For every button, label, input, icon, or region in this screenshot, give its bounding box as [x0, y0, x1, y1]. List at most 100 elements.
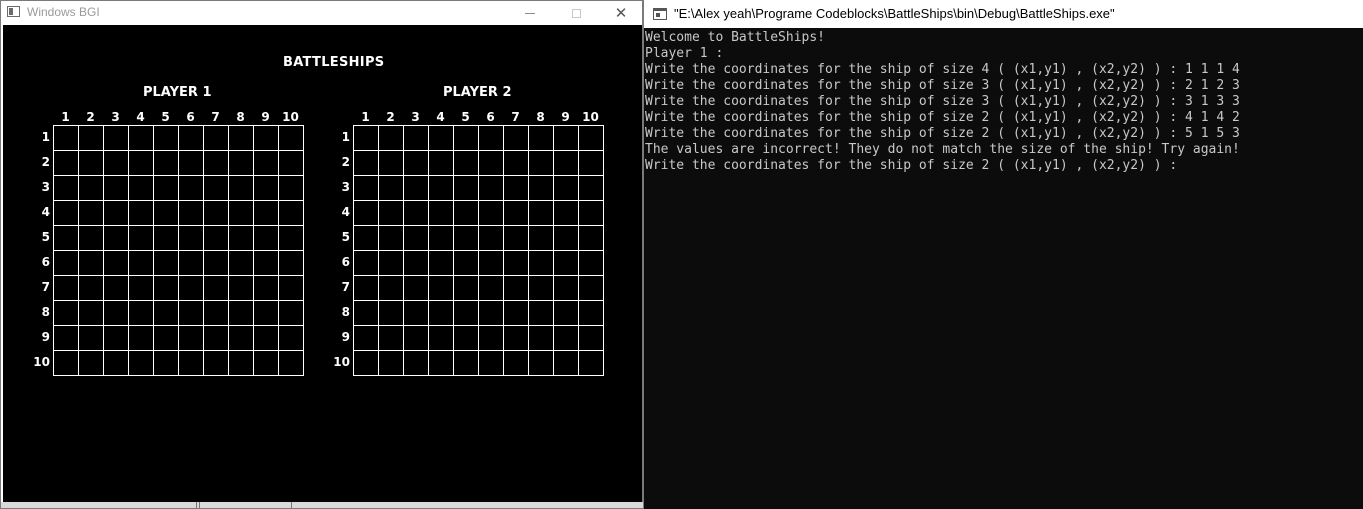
board-cell[interactable]	[278, 200, 303, 225]
board-cell[interactable]	[203, 300, 228, 325]
board-cell[interactable]	[553, 250, 578, 275]
board-cell[interactable]	[103, 275, 128, 300]
board-cell[interactable]	[78, 150, 103, 175]
board-cell[interactable]	[578, 350, 603, 375]
close-button[interactable]: ✕	[598, 1, 644, 25]
board-cell[interactable]	[428, 275, 453, 300]
board-cell[interactable]	[78, 325, 103, 350]
board-cell[interactable]	[128, 225, 153, 250]
board-cell[interactable]	[378, 300, 403, 325]
board-cell[interactable]	[428, 200, 453, 225]
board-cell[interactable]	[203, 250, 228, 275]
board-cell[interactable]	[403, 350, 428, 375]
board-cell[interactable]	[578, 225, 603, 250]
board-cell[interactable]	[178, 300, 203, 325]
board-cell[interactable]	[578, 175, 603, 200]
board-cell[interactable]	[53, 350, 78, 375]
board-cell[interactable]	[53, 275, 78, 300]
board-cell[interactable]	[428, 250, 453, 275]
board-cell[interactable]	[103, 125, 128, 150]
board-cell[interactable]	[78, 275, 103, 300]
board-cell[interactable]	[178, 200, 203, 225]
board-cell[interactable]	[78, 200, 103, 225]
board-cell[interactable]	[53, 200, 78, 225]
board-cell[interactable]	[428, 125, 453, 150]
board-cell[interactable]	[253, 125, 278, 150]
board-cell[interactable]	[478, 125, 503, 150]
board-cell[interactable]	[253, 300, 278, 325]
board-cell[interactable]	[228, 225, 253, 250]
board-cell[interactable]	[128, 325, 153, 350]
board-cell[interactable]	[278, 250, 303, 275]
board-cell[interactable]	[403, 300, 428, 325]
board-cell[interactable]	[128, 175, 153, 200]
board-cell[interactable]	[578, 275, 603, 300]
board-cell[interactable]	[478, 250, 503, 275]
board-cell[interactable]	[178, 350, 203, 375]
board-cell[interactable]	[178, 150, 203, 175]
board-cell[interactable]	[103, 175, 128, 200]
board-cell[interactable]	[103, 200, 128, 225]
board-cell[interactable]	[453, 125, 478, 150]
board-cell[interactable]	[503, 350, 528, 375]
board-cell[interactable]	[528, 300, 553, 325]
board-cell[interactable]	[128, 275, 153, 300]
board-cell[interactable]	[553, 350, 578, 375]
board-cell[interactable]	[153, 250, 178, 275]
board-cell[interactable]	[478, 200, 503, 225]
board-cell[interactable]	[153, 300, 178, 325]
board-cell[interactable]	[503, 250, 528, 275]
board-cell[interactable]	[478, 325, 503, 350]
board-cell[interactable]	[503, 125, 528, 150]
board-cell[interactable]	[78, 175, 103, 200]
board-cell[interactable]	[478, 300, 503, 325]
board-cell[interactable]	[228, 150, 253, 175]
board-cell[interactable]	[503, 200, 528, 225]
board-cell[interactable]	[553, 300, 578, 325]
board-cell[interactable]	[553, 200, 578, 225]
board-cell[interactable]	[503, 150, 528, 175]
board-cell[interactable]	[153, 325, 178, 350]
board-cell[interactable]	[453, 300, 478, 325]
board-cell[interactable]	[103, 150, 128, 175]
board-cell[interactable]	[353, 150, 378, 175]
board-cell[interactable]	[528, 275, 553, 300]
board-cell[interactable]	[528, 200, 553, 225]
board-cell[interactable]	[353, 250, 378, 275]
bgi-canvas[interactable]: BATTLESHIPS PLAYER 1 PLAYER 2 1234567891…	[3, 25, 642, 504]
board-cell[interactable]	[528, 350, 553, 375]
board-cell[interactable]	[103, 350, 128, 375]
board-cell[interactable]	[453, 350, 478, 375]
board-cell[interactable]	[153, 200, 178, 225]
board-cell[interactable]	[453, 200, 478, 225]
board-cell[interactable]	[153, 275, 178, 300]
board-cell[interactable]	[403, 200, 428, 225]
minimize-button[interactable]	[507, 1, 553, 25]
board-cell[interactable]	[428, 325, 453, 350]
board-cell[interactable]	[278, 125, 303, 150]
board-cell[interactable]	[553, 125, 578, 150]
board-cell[interactable]	[453, 275, 478, 300]
board-cell[interactable]	[153, 125, 178, 150]
board-cell[interactable]	[153, 175, 178, 200]
board-cell[interactable]	[253, 325, 278, 350]
board-cell[interactable]	[228, 275, 253, 300]
board-cell[interactable]	[428, 225, 453, 250]
board-cell[interactable]	[428, 150, 453, 175]
board-cell[interactable]	[378, 150, 403, 175]
board-cell[interactable]	[578, 325, 603, 350]
board-cell[interactable]	[353, 125, 378, 150]
board-cell[interactable]	[378, 250, 403, 275]
board-cell[interactable]	[253, 350, 278, 375]
board-cell[interactable]	[153, 350, 178, 375]
board-cell[interactable]	[178, 225, 203, 250]
board-cell[interactable]	[253, 200, 278, 225]
board-cell[interactable]	[53, 250, 78, 275]
board-cell[interactable]	[53, 225, 78, 250]
board-cell[interactable]	[228, 200, 253, 225]
board-cell[interactable]	[253, 250, 278, 275]
board-cell[interactable]	[128, 300, 153, 325]
board-cell[interactable]	[553, 325, 578, 350]
board-cell[interactable]	[528, 325, 553, 350]
board-cell[interactable]	[278, 350, 303, 375]
